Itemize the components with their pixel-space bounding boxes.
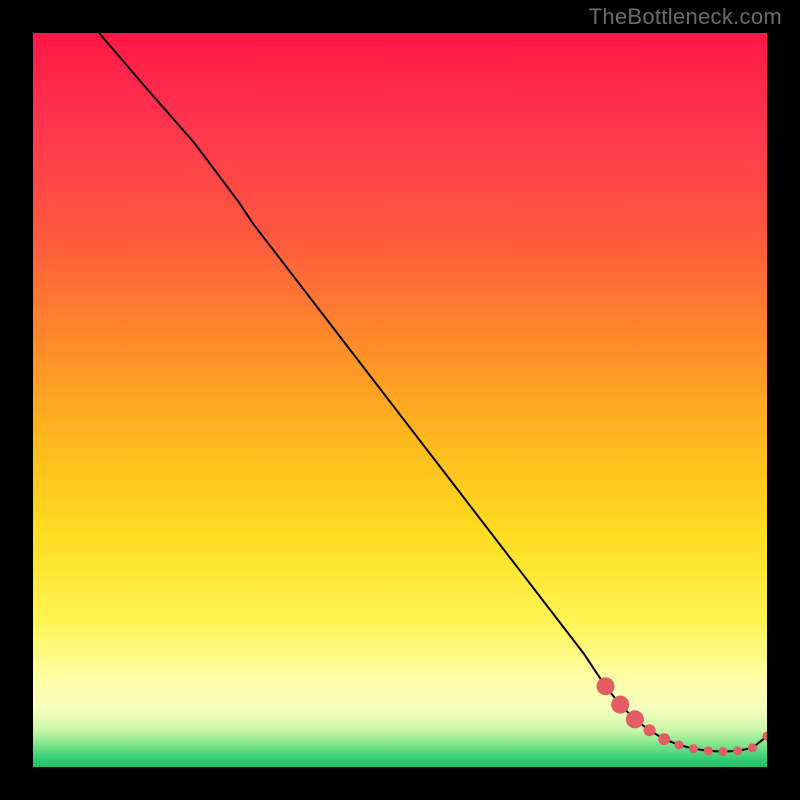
marker-dot <box>704 746 713 755</box>
marker-dot <box>718 747 727 756</box>
marker-dot <box>611 696 629 714</box>
marker-dot <box>674 740 683 749</box>
watermark-text: TheBottleneck.com <box>589 4 782 30</box>
marker-dot <box>748 743 757 752</box>
curve-line <box>99 33 767 752</box>
marker-dot <box>733 746 742 755</box>
chart-frame: TheBottleneck.com <box>0 0 800 800</box>
marker-dot <box>626 710 644 728</box>
plot-area <box>33 33 767 767</box>
chart-svg <box>33 33 767 767</box>
marker-dot <box>597 677 615 695</box>
marker-dot <box>689 744 698 753</box>
marker-dot <box>644 724 656 736</box>
marker-dot <box>658 733 670 745</box>
